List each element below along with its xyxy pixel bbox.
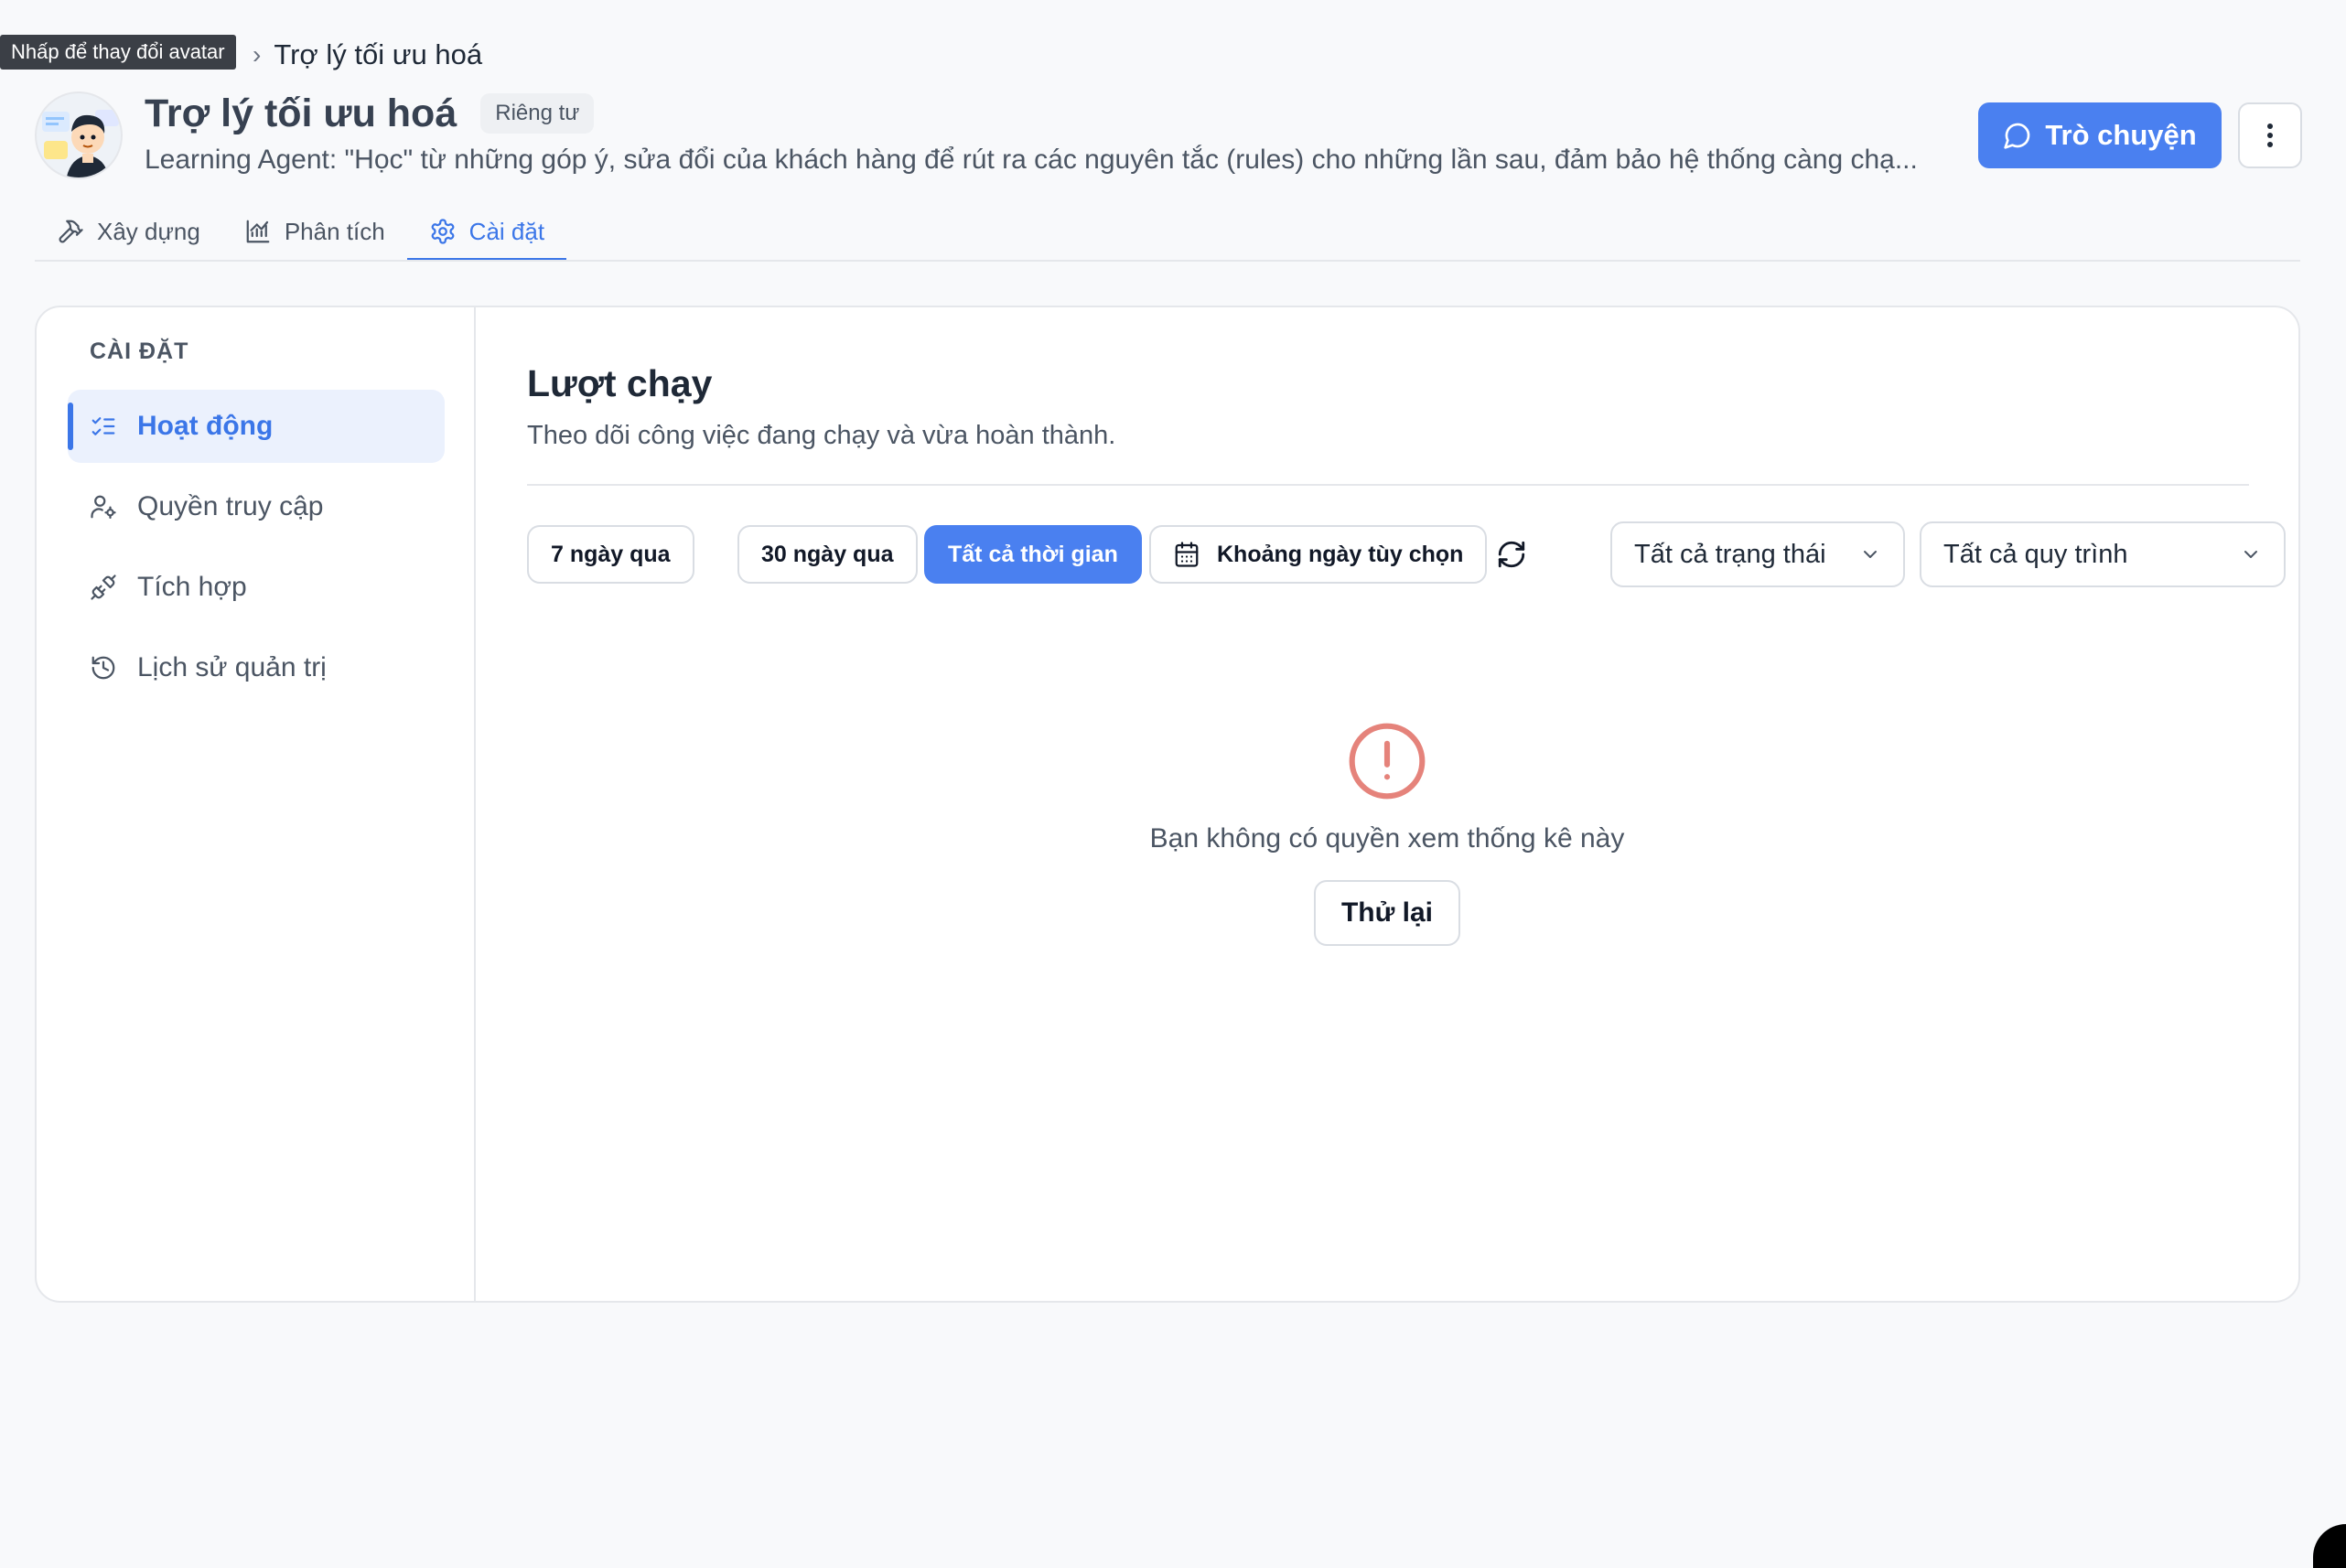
status-select[interactable]: Tất cả trạng thái — [1610, 521, 1905, 587]
avatar-illustration — [42, 110, 119, 177]
filter-last-30-days[interactable]: 30 ngày qua — [737, 525, 918, 584]
chat-button[interactable]: Trò chuyện — [1978, 102, 2222, 168]
breadcrumb-separator: › — [253, 40, 262, 69]
more-options-button[interactable] — [2238, 102, 2302, 168]
chevron-down-icon — [1864, 551, 1877, 558]
checklist-icon — [91, 417, 115, 435]
sidebar-item-integrations[interactable]: Tích hợp — [68, 551, 445, 624]
sidebar-item-admin-history[interactable]: Lịch sử quản trị — [68, 631, 445, 704]
tab-analytics-label: Phân tích — [284, 217, 385, 245]
chart-icon — [246, 220, 270, 243]
chat-bubble-icon — [2004, 123, 2030, 149]
user-gear-icon — [91, 495, 116, 519]
runs-panel: Lượt chạy Theo dõi công việc đang chạy v… — [476, 307, 2298, 1301]
calendar-icon — [1175, 542, 1199, 567]
sidebar-item-admin-history-label: Lịch sử quản trị — [137, 652, 327, 682]
refresh-icon — [1498, 541, 1525, 568]
avatar[interactable] — [35, 91, 123, 179]
filter-all-time[interactable]: Tất cả thời gian — [924, 525, 1142, 584]
plug-icon — [91, 575, 116, 600]
page-title: Trợ lý tối ưu hoá — [145, 91, 457, 135]
permission-error-state: Bạn không có quyền xem thống kê này Thử … — [476, 719, 2298, 946]
tabs-divider — [35, 260, 2300, 262]
sidebar-item-activity[interactable]: Hoạt động — [68, 390, 445, 463]
sidebar-item-activity-label: Hoạt động — [137, 411, 274, 441]
sidebar-item-integrations-label: Tích hợp — [137, 572, 247, 602]
sidebar-heading: CÀI ĐẶT — [90, 338, 189, 364]
retry-button[interactable]: Thử lại — [1314, 880, 1460, 946]
sidebar-item-access-label: Quyền truy cập — [137, 491, 324, 521]
hammer-icon — [59, 220, 83, 243]
filter-all-time-label: Tất cả thời gian — [948, 541, 1118, 567]
runs-divider — [527, 484, 2249, 486]
chevron-down-icon — [2244, 551, 2257, 558]
filter-last-30-days-label: 30 ngày qua — [761, 541, 894, 567]
tab-bar: Xây dựng Phân tích Cài đặt — [35, 201, 567, 262]
more-vertical-icon — [2267, 124, 2273, 147]
window-corner — [2313, 1524, 2346, 1568]
refresh-button[interactable] — [1482, 525, 1541, 584]
workflow-select-value: Tất cả quy trình — [1943, 539, 2128, 569]
chat-button-label: Trò chuyện — [2045, 119, 2197, 151]
alert-circle-icon — [1349, 723, 1426, 800]
agent-title-row: Trợ lý tối ưu hoá Riêng tư — [145, 88, 595, 139]
filter-last-7-days[interactable]: 7 ngày qua — [527, 525, 694, 584]
error-message: Bạn không có quyền xem thống kê này — [1149, 823, 1625, 854]
status-select-value: Tất cả trạng thái — [1634, 539, 1826, 569]
filter-custom-range[interactable]: Khoảng ngày tùy chọn — [1149, 525, 1488, 584]
tab-analytics[interactable]: Phân tích — [222, 201, 407, 262]
filter-last-7-days-label: 7 ngày qua — [551, 541, 671, 567]
history-icon — [91, 656, 115, 680]
tab-settings[interactable]: Cài đặt — [406, 201, 567, 262]
runs-title: Lượt chạy — [527, 362, 713, 404]
tab-build-label: Xây dựng — [97, 217, 200, 245]
agent-description: Learning Agent: "Học" từ những góp ý, sử… — [145, 145, 1918, 175]
tab-build[interactable]: Xây dựng — [35, 201, 222, 262]
breadcrumb-current: Trợ lý tối ưu hoá — [274, 38, 483, 70]
avatar-tooltip: Nhấp để thay đổi avatar — [0, 35, 236, 70]
visibility-badge: Riêng tư — [480, 93, 595, 134]
filter-custom-range-label: Khoảng ngày tùy chọn — [1217, 541, 1464, 567]
workflow-select[interactable]: Tất cả quy trình — [1920, 521, 2286, 587]
breadcrumb: › Trợ lý tối ưu hoá — [253, 35, 482, 75]
sidebar-item-access[interactable]: Quyền truy cập — [68, 470, 445, 543]
tab-settings-label: Cài đặt — [468, 217, 545, 245]
gear-icon — [431, 219, 455, 244]
settings-card: CÀI ĐẶT Hoạt động Quyền truy cập Tích hợ… — [35, 306, 2300, 1303]
runs-subtitle: Theo dõi công việc đang chạy và vừa hoàn… — [527, 421, 1116, 450]
settings-sidebar: CÀI ĐẶT Hoạt động Quyền truy cập Tích hợ… — [37, 307, 476, 1301]
